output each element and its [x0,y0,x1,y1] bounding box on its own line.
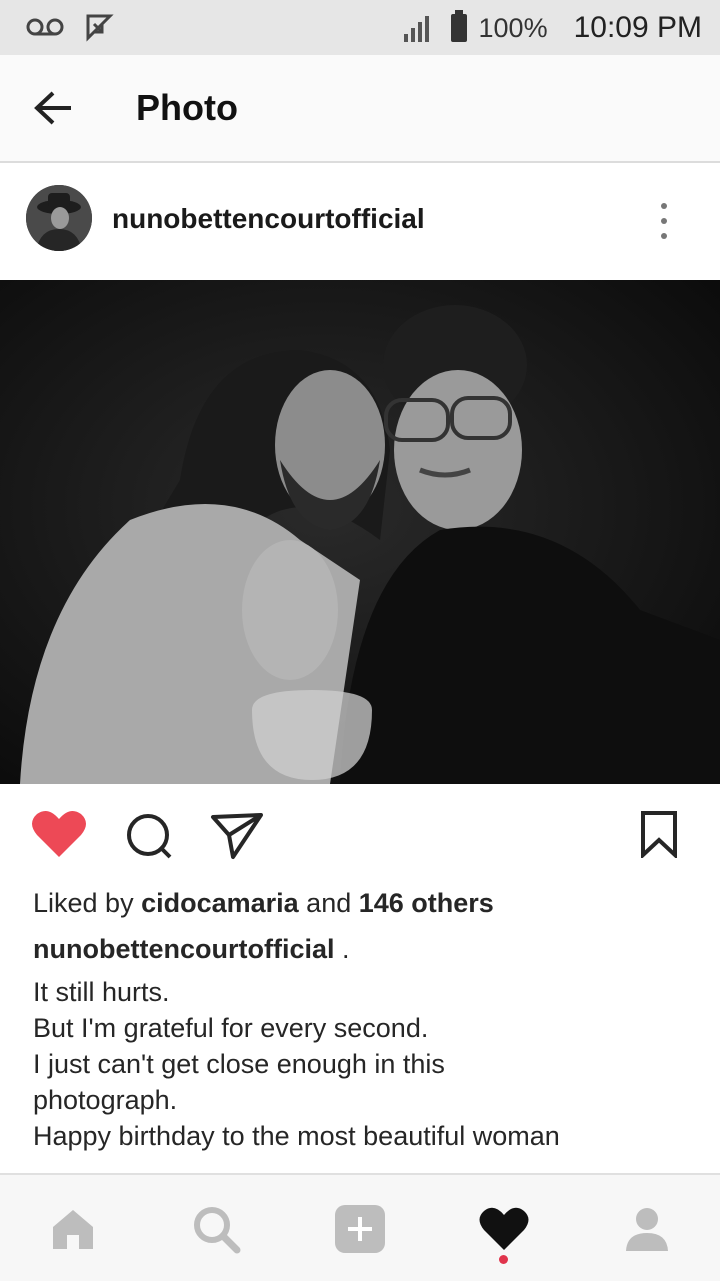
clock: 10:09 PM [573,11,702,44]
more-vertical-icon [661,203,667,209]
likes-and: and [298,888,359,918]
more-options-button[interactable] [648,199,680,243]
caption-line: photograph. [33,1085,178,1115]
comment-icon [124,811,174,866]
caption-line: It still hurts. [33,977,170,1007]
comment-button[interactable] [122,812,176,864]
missed-call-icon [84,12,114,47]
post-action-bar [0,784,720,884]
bottom-nav [0,1173,720,1281]
likes-summary[interactable]: Liked by cidocamaria and 146 others [33,888,494,919]
activity-indicator-dot [499,1255,508,1264]
profile-icon [623,1205,671,1258]
bookmark-icon [639,810,679,863]
post-username[interactable]: nunobettencourtofficial [112,203,425,235]
post-photo[interactable] [0,280,720,784]
nav-activity[interactable] [474,1201,534,1261]
nav-profile[interactable] [617,1201,677,1261]
battery-icon [450,10,467,42]
likes-prefix: Liked by [33,888,142,918]
status-right-icons: 100% 10:09 PM [403,8,702,48]
post-header: nunobettencourtofficial [0,163,720,280]
caption-text: It still hurts. But I'm grateful for eve… [33,974,683,1154]
share-button[interactable] [208,812,266,864]
share-icon [209,811,265,866]
caption-line: But I'm grateful for every second. [33,1013,429,1043]
signal-icon [403,14,429,42]
bookmark-button[interactable] [636,810,682,862]
nav-search[interactable] [186,1201,246,1261]
app-header: Photo [0,55,720,163]
battery-percent: 100% [478,12,548,43]
activity-heart-icon [478,1206,530,1257]
caption-header: nunobettencourtofficial . [33,934,350,965]
heart-icon [31,809,87,864]
search-icon [191,1204,241,1259]
add-post-icon [333,1204,387,1259]
status-bar: 100% 10:09 PM [0,0,720,55]
nav-home[interactable] [43,1201,103,1261]
liked-by-user[interactable]: cidocamaria [141,888,299,918]
caption-separator: . [334,934,350,964]
home-icon [49,1207,97,1256]
caption-line: Happy birthday to the most beautiful wom… [33,1121,560,1151]
back-button[interactable] [24,81,82,139]
like-button[interactable] [30,810,88,862]
page-title: Photo [136,87,238,128]
caption-line: I just can't get close enough in this [33,1049,445,1079]
caption-username[interactable]: nunobettencourtofficial [33,934,334,964]
avatar[interactable] [26,185,92,251]
nav-new-post[interactable] [330,1201,390,1261]
arrow-left-icon [33,90,73,131]
voicemail-icon [26,16,64,43]
likes-others[interactable]: 146 others [359,888,494,918]
status-left-icons [26,12,114,47]
